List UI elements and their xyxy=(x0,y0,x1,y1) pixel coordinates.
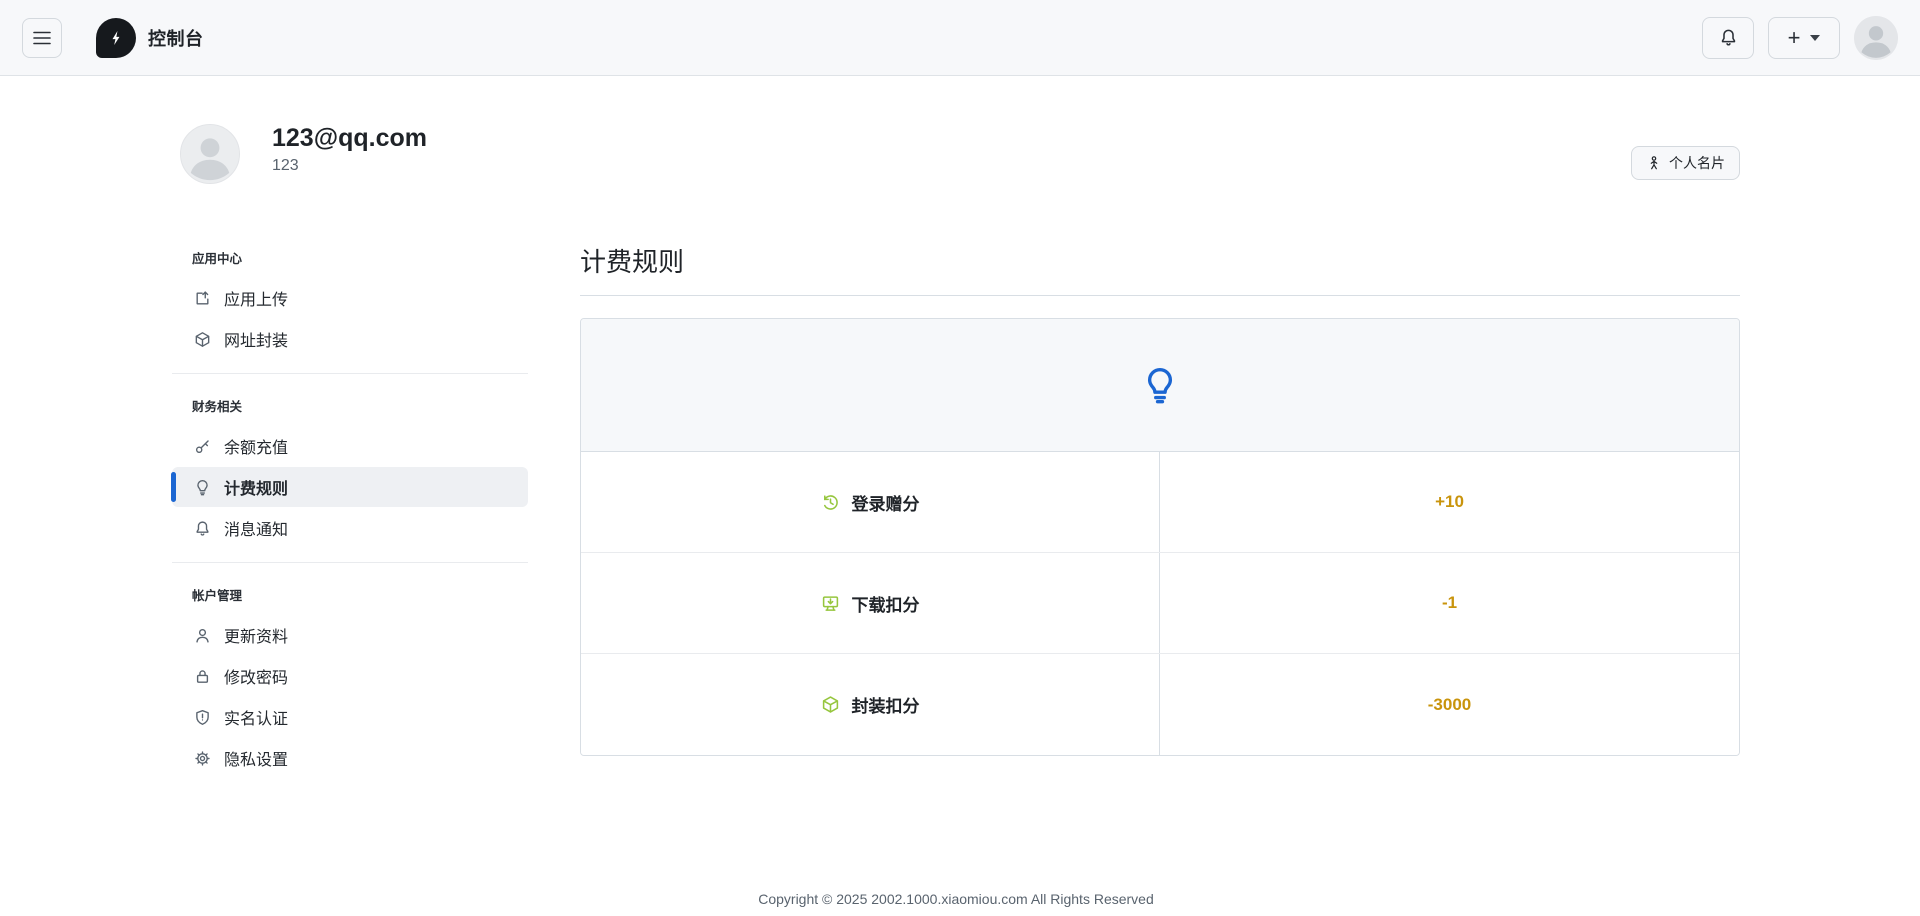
hamburger-menu-button[interactable] xyxy=(22,18,62,58)
person-badge-icon xyxy=(1646,155,1662,171)
upload-icon xyxy=(194,290,211,307)
sidebar-item-app-upload[interactable]: 应用上传 xyxy=(172,278,528,318)
cube-icon xyxy=(821,695,840,714)
notifications-button[interactable] xyxy=(1702,17,1754,59)
sidebar-item-label: 网址封装 xyxy=(224,327,288,351)
plus-icon: + xyxy=(1788,25,1801,51)
sidebar-section-heading-apps: 应用中心 xyxy=(172,242,528,277)
rule-value: +10 xyxy=(1160,452,1739,552)
lightbulb-icon xyxy=(194,479,211,496)
add-button[interactable]: + xyxy=(1768,17,1840,59)
main-panel: 计费规则 xyxy=(580,242,1740,779)
sidebar-item-label: 应用上传 xyxy=(224,286,288,310)
rule-label: 下载扣分 xyxy=(852,591,920,616)
sidebar: 应用中心 应用上传 网址封装 xyxy=(172,242,528,779)
billing-rules-table: 登录赠分 +10 下载扣分 xyxy=(580,318,1740,756)
sidebar-item-balance-recharge[interactable]: 余额充值 xyxy=(172,426,528,466)
sidebar-item-label: 实名认证 xyxy=(224,705,288,729)
sidebar-item-notifications[interactable]: 消息通知 xyxy=(172,508,528,548)
sidebar-item-label: 消息通知 xyxy=(224,516,288,540)
personal-card-button[interactable]: 个人名片 xyxy=(1631,146,1740,180)
sidebar-item-label: 计费规则 xyxy=(224,475,288,499)
rule-label: 登录赠分 xyxy=(852,490,920,515)
sidebar-item-label: 更新资料 xyxy=(224,623,288,647)
bell-icon xyxy=(194,520,211,537)
gear-icon xyxy=(194,750,211,767)
sidebar-section-heading-finance: 财务相关 xyxy=(172,390,528,425)
page-title: 计费规则 xyxy=(580,242,1740,296)
top-navbar: 控制台 + xyxy=(0,0,1920,76)
sidebar-item-update-profile[interactable]: 更新资料 xyxy=(172,615,528,655)
navbar-avatar[interactable] xyxy=(1854,16,1898,60)
profile-email: 123@qq.com xyxy=(272,124,427,153)
sidebar-item-label: 修改密码 xyxy=(224,664,288,688)
rule-value: -3000 xyxy=(1160,654,1739,755)
rule-label-cell: 登录赠分 xyxy=(581,452,1160,552)
table-row: 下载扣分 -1 xyxy=(581,553,1739,654)
sidebar-item-billing-rules[interactable]: 计费规则 xyxy=(172,467,528,507)
personal-card-label: 个人名片 xyxy=(1669,153,1725,173)
profile-username: 123 xyxy=(272,157,427,175)
sidebar-item-change-password[interactable]: 修改密码 xyxy=(172,656,528,696)
sidebar-divider xyxy=(172,373,528,374)
app-title: 控制台 xyxy=(148,25,204,51)
person-icon xyxy=(194,627,211,644)
sidebar-item-label: 余额充值 xyxy=(224,434,288,458)
history-clock-icon xyxy=(821,493,840,512)
sidebar-item-realname-verification[interactable]: 实名认证 xyxy=(172,697,528,737)
hamburger-icon xyxy=(33,31,51,45)
shield-icon xyxy=(194,709,211,726)
rule-value: -1 xyxy=(1160,553,1739,653)
rule-label-cell: 封装扣分 xyxy=(581,654,1160,755)
key-icon xyxy=(194,438,211,455)
table-row: 封装扣分 -3000 xyxy=(581,654,1739,755)
table-row: 登录赠分 +10 xyxy=(581,452,1739,553)
sidebar-item-privacy-settings[interactable]: 隐私设置 xyxy=(172,738,528,778)
brand[interactable]: 控制台 xyxy=(96,18,204,58)
profile-avatar xyxy=(180,124,240,184)
sidebar-section-heading-account: 帐户管理 xyxy=(172,579,528,614)
sidebar-divider xyxy=(172,562,528,563)
sidebar-item-url-package[interactable]: 网址封装 xyxy=(172,319,528,359)
footer-copyright: Copyright © 2025 2002.1000.xiaomiou.com … xyxy=(172,891,1740,907)
bell-icon xyxy=(1719,28,1738,47)
profile-header: 123@qq.com 123 个人名片 xyxy=(172,124,1740,184)
download-monitor-icon xyxy=(821,594,840,613)
rule-label-cell: 下载扣分 xyxy=(581,553,1160,653)
lightbulb-icon xyxy=(1142,362,1178,408)
rule-label: 封装扣分 xyxy=(852,692,920,717)
lock-icon xyxy=(194,668,211,685)
zap-logo-icon xyxy=(96,18,136,58)
sidebar-item-label: 隐私设置 xyxy=(224,746,288,770)
caret-down-icon xyxy=(1810,35,1820,41)
table-header xyxy=(581,319,1739,452)
package-icon xyxy=(194,331,211,348)
